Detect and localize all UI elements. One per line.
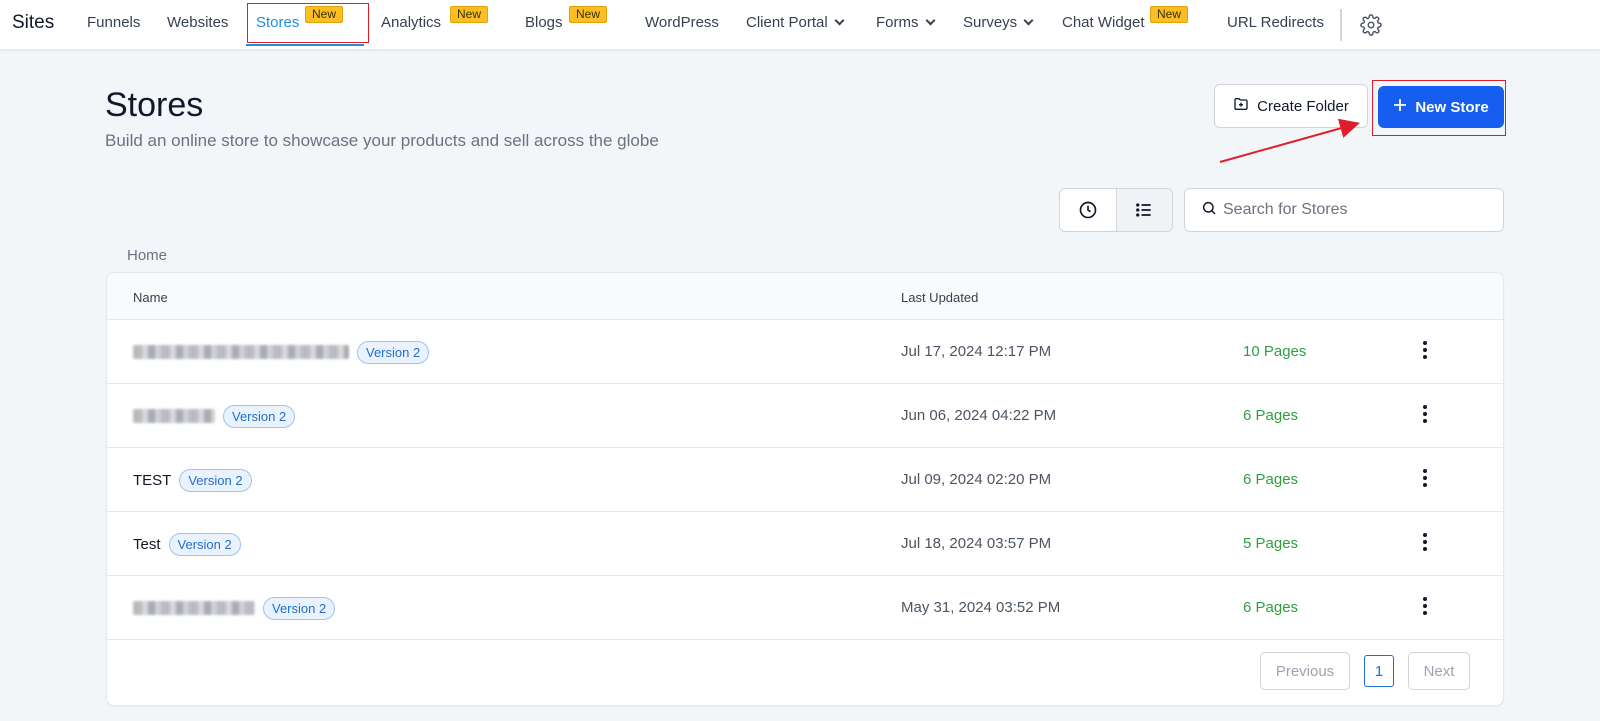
table-row[interactable]: Version 2 Jul 17, 2024 12:17 PM 10 Pages — [107, 320, 1503, 384]
new-badge: New — [569, 6, 608, 23]
last-updated-cell: May 31, 2024 03:52 PM — [901, 599, 1061, 616]
last-updated-cell: Jul 18, 2024 03:57 PM — [901, 535, 1052, 552]
previous-page-button[interactable]: Previous — [1260, 652, 1350, 690]
nav-divider — [1340, 9, 1342, 41]
pages-count-link[interactable]: 6 Pages — [1243, 407, 1298, 424]
last-updated-cell: Jul 17, 2024 12:17 PM — [901, 343, 1052, 360]
version-badge: Version 2 — [179, 468, 252, 492]
store-name: TEST — [133, 471, 172, 489]
plus-icon — [1393, 98, 1407, 116]
nav-item-wordpress[interactable]: WordPress — [645, 14, 719, 36]
create-folder-label: Create Folder — [1257, 97, 1349, 115]
version-badge: Version 2 — [357, 340, 430, 364]
pages-count-link[interactable]: 6 Pages — [1243, 599, 1298, 616]
pages-count-link[interactable]: 10 Pages — [1243, 343, 1306, 360]
redacted-store-name — [133, 409, 215, 423]
stores-table: Name Last Updated Version 2 Jul 17, 2024… — [106, 272, 1504, 706]
folder-plus-icon — [1233, 96, 1249, 116]
table-row[interactable]: TEST Version 2 Jul 09, 2024 02:20 PM 6 P… — [107, 448, 1503, 512]
view-toggle — [1059, 188, 1173, 232]
column-header-last-updated: Last Updated — [901, 290, 979, 305]
redacted-store-name — [133, 345, 349, 359]
more-options-icon[interactable] — [1417, 402, 1433, 426]
table-row[interactable]: Test Version 2 Jul 18, 2024 03:57 PM 5 P… — [107, 512, 1503, 576]
new-badge: New — [1150, 6, 1189, 23]
breadcrumb[interactable]: Home — [127, 247, 167, 264]
page-number-button[interactable]: 1 — [1364, 655, 1394, 687]
search-input[interactable] — [1223, 201, 1493, 219]
chevron-down-icon — [1023, 15, 1034, 26]
table-row[interactable]: Version 2 Jun 06, 2024 04:22 PM 6 Pages — [107, 384, 1503, 448]
store-name-cell[interactable]: Version 2 — [133, 576, 336, 640]
nav-item-client-portal[interactable]: Client Portal — [746, 14, 845, 36]
nav-item-funnels[interactable]: Funnels — [87, 14, 140, 36]
version-badge: Version 2 — [168, 532, 241, 556]
more-options-icon[interactable] — [1417, 466, 1433, 490]
new-store-label: New Store — [1415, 98, 1489, 116]
search-box — [1184, 188, 1504, 232]
table-header: Name Last Updated — [107, 273, 1503, 320]
chevron-down-icon — [834, 15, 845, 26]
nav-item-label: Forms — [876, 14, 919, 31]
new-badge: New — [305, 6, 344, 23]
column-header-name: Name — [133, 290, 168, 305]
chevron-down-icon — [925, 15, 935, 26]
store-name: Test — [133, 535, 161, 553]
search-icon — [1201, 200, 1217, 221]
page-title: Stores — [105, 86, 204, 124]
nav-item-surveys[interactable]: Surveys — [963, 14, 1034, 36]
gear-icon[interactable] — [1360, 14, 1382, 36]
nav-item-chat-widget[interactable]: Chat Widget — [1062, 14, 1145, 36]
more-options-icon[interactable] — [1417, 594, 1433, 618]
table-row[interactable]: Version 2 May 31, 2024 03:52 PM 6 Pages — [107, 576, 1503, 640]
active-tab-indicator — [246, 44, 364, 46]
pages-count-link[interactable]: 5 Pages — [1243, 535, 1298, 552]
more-options-icon[interactable] — [1417, 530, 1433, 554]
nav-item-analytics[interactable]: Analytics — [381, 14, 441, 36]
pages-count-link[interactable]: 6 Pages — [1243, 471, 1298, 488]
store-name-cell[interactable]: Version 2 — [133, 320, 430, 384]
top-nav: Sites Funnels Websites Stores New Analyt… — [0, 0, 1600, 50]
last-updated-cell: Jul 09, 2024 02:20 PM — [901, 471, 1052, 488]
next-page-button[interactable]: Next — [1408, 652, 1470, 690]
create-folder-button[interactable]: Create Folder — [1214, 84, 1368, 128]
version-badge: Version 2 — [263, 596, 336, 620]
store-name-cell[interactable]: TEST Version 2 — [133, 448, 252, 512]
store-name-cell[interactable]: Version 2 — [133, 384, 296, 448]
nav-item-stores[interactable]: Stores — [256, 14, 299, 36]
new-badge: New — [450, 6, 489, 23]
page-subtitle: Build an online store to showcase your p… — [105, 131, 659, 150]
new-store-button[interactable]: New Store — [1378, 86, 1504, 128]
more-options-icon[interactable] — [1417, 338, 1433, 362]
redacted-store-name — [133, 601, 255, 615]
nav-item-websites[interactable]: Websites — [167, 14, 228, 36]
brand-title: Sites — [12, 12, 55, 33]
list-icon[interactable] — [1115, 189, 1172, 231]
nav-item-label: Client Portal — [746, 14, 828, 31]
version-badge: Version 2 — [223, 404, 296, 428]
last-updated-cell: Jun 06, 2024 04:22 PM — [901, 407, 1057, 424]
nav-item-url-redirects[interactable]: URL Redirects — [1227, 14, 1324, 36]
nav-item-forms[interactable]: Forms — [876, 14, 935, 36]
nav-item-blogs[interactable]: Blogs — [525, 14, 563, 36]
clock-icon[interactable] — [1060, 189, 1116, 231]
store-name-cell[interactable]: Test Version 2 — [133, 512, 241, 576]
nav-item-label: Surveys — [963, 14, 1018, 31]
